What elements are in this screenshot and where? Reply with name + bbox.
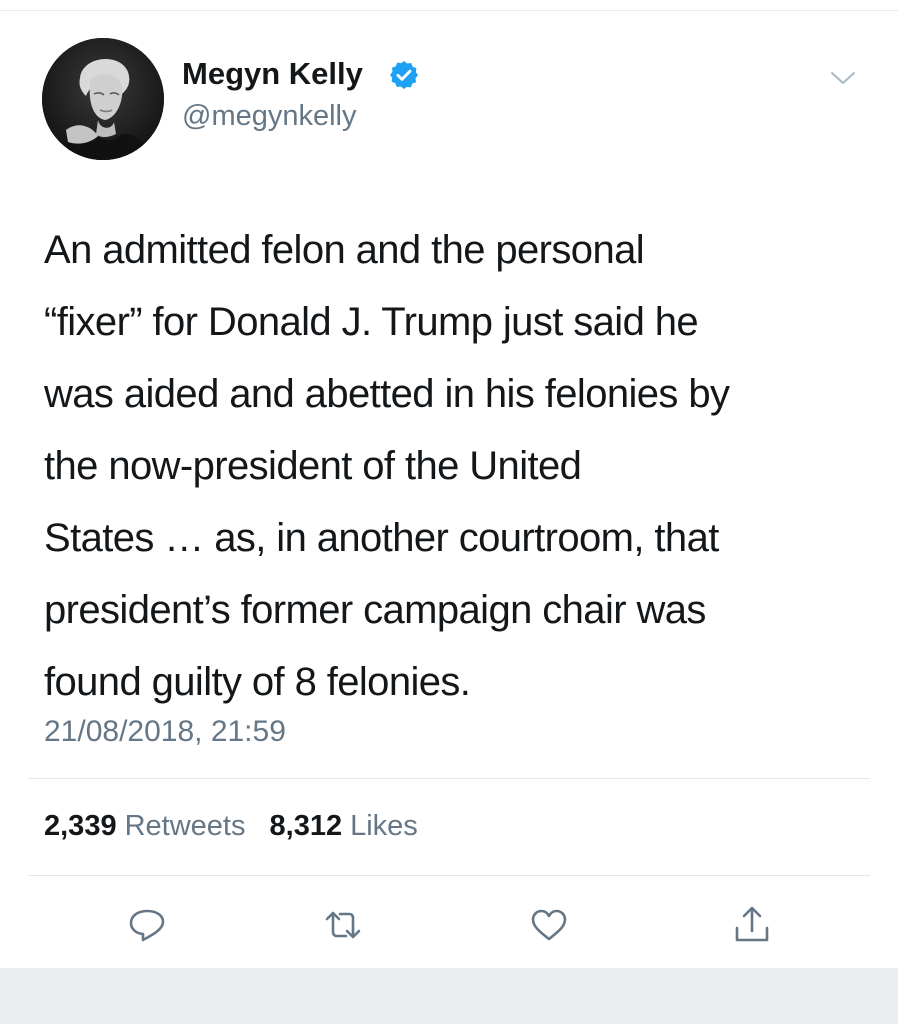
retweet-icon	[325, 911, 361, 939]
chevron-down-icon[interactable]	[828, 68, 858, 88]
tweet-detail-page: Megyn Kelly @megynkelly An admitted felo…	[0, 0, 898, 1024]
likes-stat[interactable]: 8,312 Likes	[270, 810, 434, 842]
retweets-label: Retweets	[124, 810, 246, 842]
user-handle[interactable]: @megynkelly	[182, 100, 357, 133]
reply-icon	[129, 909, 165, 942]
tweet-text-line: the now-president of the United	[44, 444, 582, 488]
tweet-timestamp[interactable]: 21/08/2018, 21:59	[44, 715, 286, 749]
tweet-text-line: found guilty of 8 felonies.	[44, 660, 471, 704]
bottom-bar	[0, 968, 898, 1024]
reply-button[interactable]	[126, 904, 168, 946]
retweets-stat[interactable]: 2,339 Retweets	[44, 810, 270, 842]
verified-badge-icon	[390, 61, 418, 89]
share-button[interactable]	[731, 904, 773, 946]
tweet-text-line: “fixer” for Donald J. Trump just said he	[44, 300, 699, 344]
display-name[interactable]: Megyn Kelly	[182, 56, 363, 92]
heart-icon	[531, 909, 567, 941]
likes-label: Likes	[350, 810, 418, 842]
divider	[28, 778, 870, 779]
tweet-stats: 2,339 Retweets 8,312 Likes	[44, 810, 434, 843]
profile-photo	[42, 38, 164, 160]
retweets-count: 2,339	[44, 810, 117, 842]
likes-count: 8,312	[269, 810, 343, 842]
tweet-text-line: States … as, in another courtroom, that	[44, 516, 719, 560]
like-button[interactable]	[528, 904, 570, 946]
share-icon	[735, 906, 769, 942]
divider	[28, 875, 870, 876]
tweet-text-line: An admitted felon and the personal	[44, 228, 645, 272]
tweet-text-line: was aided and abetted in his felonies by	[44, 372, 730, 416]
tweet-text: An admitted felon and the personal “fixe…	[44, 214, 864, 718]
top-divider	[0, 10, 898, 11]
retweet-button[interactable]	[322, 904, 364, 946]
tweet-text-line: president’s former campaign chair was	[44, 588, 706, 632]
avatar[interactable]	[42, 38, 164, 160]
